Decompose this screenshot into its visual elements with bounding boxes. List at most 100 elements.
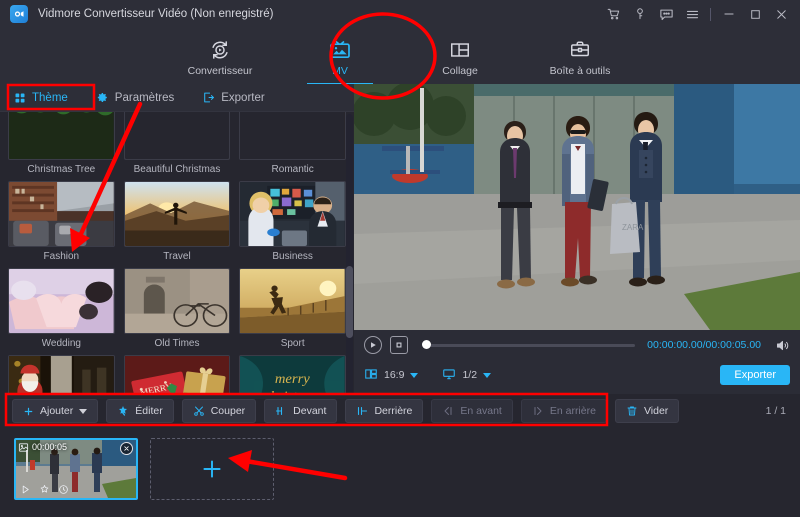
theme-grid: Christmas Tree Beautiful Christmas xyxy=(8,112,346,425)
edit-button[interactable]: Éditer xyxy=(106,399,173,423)
close-icon[interactable] xyxy=(768,1,794,27)
grid-icon xyxy=(14,92,26,104)
player-controls: 00:00:00.00/00:00:05.00 xyxy=(354,330,800,394)
effect-icon[interactable] xyxy=(39,484,50,498)
export-button[interactable]: Exporter xyxy=(720,365,790,385)
add-clip-placeholder[interactable] xyxy=(150,438,274,500)
trash-icon xyxy=(626,405,638,417)
theme-label: Beautiful Christmas xyxy=(134,164,221,175)
theme-item-christmas-tree[interactable]: Christmas Tree xyxy=(8,112,115,175)
player-timecode: 00:00:00.00/00:00:05.00 xyxy=(647,339,761,351)
nav-item-boite-a-outils[interactable]: Boîte à outils xyxy=(544,36,616,77)
nav-label-boite-a-outils: Boîte à outils xyxy=(550,65,611,77)
nav-label-mv: MV xyxy=(332,65,348,77)
theme-item-beautiful-christmas[interactable]: Beautiful Christmas xyxy=(124,112,231,175)
backward-icon xyxy=(532,405,544,417)
theme-thumbnail xyxy=(124,181,231,247)
seek-handle[interactable] xyxy=(422,340,431,349)
theme-thumbnail xyxy=(8,268,115,334)
plus-icon xyxy=(199,456,225,482)
backward-button[interactable]: En arrière xyxy=(521,399,607,423)
aspect-ratio-control[interactable]: 16:9 xyxy=(364,367,418,384)
theme-item-sport[interactable]: Sport xyxy=(239,268,346,349)
clip-timeline: 00:00:05 xyxy=(0,428,800,517)
nav-item-collage[interactable]: Collage xyxy=(424,36,496,77)
cart-icon[interactable] xyxy=(601,1,627,27)
screen-split-value: 1/2 xyxy=(462,369,477,381)
forward-button[interactable]: En avant xyxy=(431,399,512,423)
theme-item-business[interactable]: Business xyxy=(239,181,346,262)
clear-button[interactable]: Vider xyxy=(615,399,679,423)
timeline-clip[interactable]: 00:00:05 xyxy=(14,438,138,500)
theme-item-old-times[interactable]: Old Times xyxy=(124,268,231,349)
cut-button-label: Couper xyxy=(211,405,245,417)
move-front-button-label: Devant xyxy=(293,405,326,417)
sub-tab-parametres[interactable]: Paramètres xyxy=(96,84,188,112)
theme-item-travel[interactable]: Travel xyxy=(124,181,231,262)
sub-tab-theme[interactable]: Thème xyxy=(14,84,82,112)
edit-button-label: Éditer xyxy=(135,405,162,417)
image-icon xyxy=(18,442,29,456)
theme-item-romantic[interactable]: Romantic xyxy=(239,112,346,175)
close-icon[interactable] xyxy=(120,442,133,455)
sub-tab-label-parametres: Paramètres xyxy=(115,92,174,104)
move-back-icon xyxy=(356,405,368,417)
screen-split-control[interactable]: 1/2 xyxy=(442,367,491,384)
maximize-icon[interactable] xyxy=(742,1,768,27)
move-back-button-label: Derrière xyxy=(374,405,412,417)
video-preview[interactable]: ZARA xyxy=(354,84,800,330)
theme-label: Old Times xyxy=(154,338,199,349)
app-window: Vidmore Convertisseur Vidéo (Non enregis… xyxy=(0,0,800,517)
converter-icon xyxy=(209,38,231,62)
nav-item-mv[interactable]: MV xyxy=(304,36,376,77)
scissors-icon xyxy=(193,405,205,417)
add-button[interactable]: Ajouter xyxy=(12,399,98,423)
play-icon[interactable] xyxy=(364,336,382,354)
theme-thumbnail xyxy=(124,112,231,160)
theme-label: Christmas Tree xyxy=(27,164,95,175)
title-bar: Vidmore Convertisseur Vidéo (Non enregis… xyxy=(0,0,800,28)
svg-text:merry: merry xyxy=(275,372,311,387)
move-front-button[interactable]: Devant xyxy=(264,399,337,423)
chevron-down-icon[interactable] xyxy=(483,373,491,378)
forward-button-label: En avant xyxy=(460,405,501,417)
theme-thumbnail xyxy=(239,268,346,334)
nav-item-convertisseur[interactable]: Convertisseur xyxy=(184,36,256,77)
backward-button-label: En arrière xyxy=(550,405,596,417)
window-controls xyxy=(601,1,794,27)
gear-icon xyxy=(96,91,109,104)
feedback-icon[interactable] xyxy=(653,1,679,27)
forward-icon xyxy=(442,405,454,417)
theme-label: Romantic xyxy=(272,164,314,175)
divider xyxy=(710,8,711,21)
volume-icon[interactable] xyxy=(775,338,790,353)
svg-text:ZARA: ZARA xyxy=(622,223,644,232)
aspect-ratio-value: 16:9 xyxy=(384,369,404,381)
plus-icon xyxy=(23,406,34,417)
theme-item-fashion[interactable]: Fashion xyxy=(8,181,115,262)
key-icon[interactable] xyxy=(627,1,653,27)
play-icon[interactable] xyxy=(20,484,31,498)
seek-slider[interactable] xyxy=(422,344,635,347)
trim-clock-icon[interactable] xyxy=(58,484,69,498)
move-back-button[interactable]: Derrière xyxy=(345,399,423,423)
screen-icon xyxy=(442,367,456,384)
move-front-icon xyxy=(275,405,287,417)
main-nav: Convertisseur MV Collage xyxy=(0,28,800,84)
toolbox-icon xyxy=(569,38,591,62)
cut-button[interactable]: Couper xyxy=(182,399,256,423)
nav-label-convertisseur: Convertisseur xyxy=(188,65,253,77)
scrollbar-thumb[interactable] xyxy=(346,266,353,338)
export-icon xyxy=(202,91,215,104)
chevron-down-icon[interactable] xyxy=(410,373,418,378)
player-transport-row: 00:00:00.00/00:00:05.00 xyxy=(364,330,790,360)
stop-icon[interactable] xyxy=(390,336,408,354)
chevron-down-icon[interactable] xyxy=(79,409,87,414)
menu-icon[interactable] xyxy=(679,1,705,27)
sub-tab-label-theme: Thème xyxy=(32,92,68,104)
minimize-icon[interactable] xyxy=(716,1,742,27)
player-options-row: 16:9 1/2 Exporter xyxy=(364,360,790,390)
sub-tab-label-exporter: Exporter xyxy=(221,92,264,104)
theme-item-wedding[interactable]: Wedding xyxy=(8,268,115,349)
sub-tab-exporter[interactable]: Exporter xyxy=(202,84,278,112)
